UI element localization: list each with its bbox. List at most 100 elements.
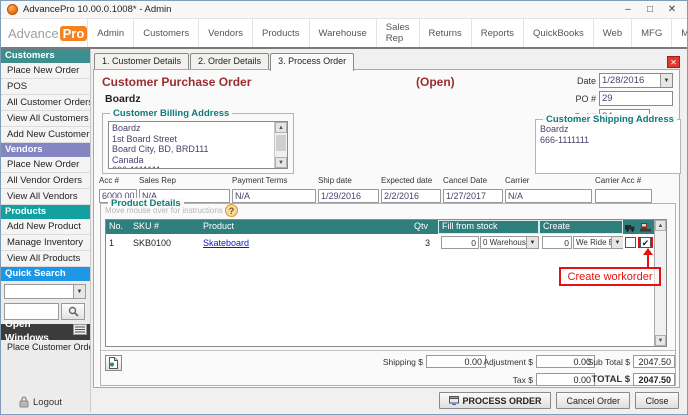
nav-item-sales-rep[interactable]: Sales Rep xyxy=(377,19,420,47)
scroll-thumb[interactable] xyxy=(276,135,286,151)
cancel-date-label: Cancel Date xyxy=(443,176,503,185)
chevron-down-icon[interactable]: ▼ xyxy=(611,237,623,248)
carrier-acc-input[interactable] xyxy=(595,189,652,203)
ship-date-input[interactable] xyxy=(318,189,379,203)
main-content: 1. Customer Details 2. Order Details 3. … xyxy=(91,49,687,412)
nav-item-mcr[interactable]: MCR xyxy=(672,19,688,47)
process-order-button[interactable]: PROCESS ORDER xyxy=(439,392,551,409)
shipping-line: Boardz xyxy=(540,124,664,135)
field-expected-date: Expected date xyxy=(381,176,441,204)
open-window-item-place-customer-order[interactable]: Place Customer Order xyxy=(1,340,90,356)
sidebar: Customers Place New Order POS All Custom… xyxy=(1,49,91,412)
po-label: PO # xyxy=(575,94,596,104)
billing-line: Board City, BD, BRD111 xyxy=(112,144,271,155)
minimize-icon[interactable]: – xyxy=(617,2,639,18)
billing-line: Canada xyxy=(112,155,271,166)
sidebar-item-view-all-vendors[interactable]: View All Vendors xyxy=(1,189,90,205)
nav-item-customers[interactable]: Customers xyxy=(134,19,199,47)
billing-address-box: Boardz 1st Board Street Board City, BD, … xyxy=(108,121,288,169)
product-link[interactable]: Skateboard xyxy=(203,238,249,248)
create-qty-input[interactable] xyxy=(542,236,572,249)
print-button[interactable] xyxy=(105,355,122,371)
quick-search-dropdown[interactable]: ▼ xyxy=(4,284,86,299)
sidebar-item-pos[interactable]: POS xyxy=(1,79,90,95)
sidebar-item-all-vendor-orders[interactable]: All Vendor Orders xyxy=(1,173,90,189)
report-page-icon xyxy=(108,357,119,369)
scroll-up-icon[interactable]: ▲ xyxy=(655,220,666,231)
help-question-icon[interactable]: ? xyxy=(225,204,238,217)
field-ship-date: Ship date xyxy=(318,176,379,204)
nav-item-quickbooks[interactable]: QuickBooks xyxy=(524,19,594,47)
nav-item-mfg[interactable]: MFG xyxy=(632,19,672,47)
tab-order-details[interactable]: 2. Order Details xyxy=(190,53,269,69)
billing-scrollbar[interactable]: ▲ ▼ xyxy=(274,122,287,168)
sidebar-item-view-all-products[interactable]: View All Products xyxy=(1,251,90,267)
nav-item-web[interactable]: Web xyxy=(594,19,632,47)
scroll-down-icon[interactable]: ▼ xyxy=(275,157,287,168)
close-button[interactable]: Close xyxy=(635,392,679,409)
sidebar-header-customers: Customers xyxy=(1,49,90,63)
close-icon[interactable]: ✕ xyxy=(661,2,683,18)
sidebar-item-manage-inventory[interactable]: Manage Inventory xyxy=(1,235,90,251)
instructions-hint: Move mouse over for instructions xyxy=(105,206,223,215)
date-select[interactable]: 1/28/2016 ▼ xyxy=(599,73,673,88)
payment-terms-label: Payment Terms xyxy=(232,176,316,185)
field-carrier: Carrier xyxy=(505,176,592,204)
maximize-icon[interactable]: □ xyxy=(639,2,661,18)
expected-date-input[interactable] xyxy=(381,189,441,203)
tab-process-order[interactable]: 3. Process Order xyxy=(270,53,354,71)
fill-qty-input[interactable] xyxy=(441,236,479,249)
scroll-up-icon[interactable]: ▲ xyxy=(275,122,287,133)
sidebar-item-add-new-customer[interactable]: Add New Customer xyxy=(1,127,90,143)
nav-item-admin[interactable]: Admin xyxy=(87,19,134,47)
cancel-order-label: Cancel Order xyxy=(566,396,620,406)
chevron-down-icon[interactable]: ▼ xyxy=(526,237,538,248)
carrier-input[interactable] xyxy=(505,189,592,203)
row-qty: 3 xyxy=(414,238,438,248)
nav-item-warehouse[interactable]: Warehouse xyxy=(310,19,377,47)
app-window: AdvancePro 10.00.0.1008* - Admin – □ ✕ A… xyxy=(0,0,688,415)
payment-terms-input[interactable] xyxy=(232,189,316,203)
process-order-panel: Customer Purchase Order (Open) Boardz Da… xyxy=(93,69,680,388)
product-table-header: No. SKU # Product Qtv Fill from stock Cr… xyxy=(106,220,654,234)
row-sku: SKB0100 xyxy=(130,238,200,248)
nav-item-returns[interactable]: Returns xyxy=(420,19,472,47)
dropship-checkbox[interactable] xyxy=(625,237,636,248)
close-tab-icon[interactable]: ✕ xyxy=(667,56,680,68)
create-source-select[interactable]: We Ride Boards ▼ xyxy=(573,236,623,249)
order-status: (Open) xyxy=(416,75,455,89)
sidebar-item-all-customer-orders[interactable]: All Customer Orders xyxy=(1,95,90,111)
shipping-address-group: Customer Shipping Address Boardz 666-111… xyxy=(535,119,681,174)
logout-button[interactable]: Logout xyxy=(19,396,62,408)
tab-customer-details[interactable]: 1. Customer Details xyxy=(94,53,189,69)
po-number-field[interactable] xyxy=(599,91,673,106)
customer-name: Boardz xyxy=(105,93,141,105)
nav-item-products[interactable]: Products xyxy=(253,19,310,47)
create-source-value: We Ride Boards xyxy=(574,237,611,248)
warehouse-value: 0 Warehouse1 xyxy=(481,237,526,248)
tax-label: Tax $ xyxy=(470,375,533,385)
field-payment-terms: Payment Terms xyxy=(232,176,316,204)
sidebar-item-vendor-place-new-order[interactable]: Place New Order xyxy=(1,157,90,173)
lock-icon xyxy=(19,396,29,408)
date-label: Date xyxy=(577,76,596,86)
subtotal-label: Sub Total $ xyxy=(568,357,630,367)
chevron-down-icon[interactable]: ▼ xyxy=(73,285,85,298)
warehouse-select[interactable]: 0 Warehouse1 ▼ xyxy=(480,236,539,249)
sidebar-header-open-windows: Open Windows xyxy=(1,324,90,340)
logo-text-advance: Advance xyxy=(8,26,59,41)
sidebar-header-quick-search: Quick Search xyxy=(1,267,90,281)
app-icon xyxy=(7,4,18,15)
scroll-down-icon[interactable]: ▼ xyxy=(655,335,666,346)
workorder-checkbox[interactable]: ✔ xyxy=(640,237,651,248)
sidebar-item-add-new-product[interactable]: Add New Product xyxy=(1,219,90,235)
field-cancel-date: Cancel Date xyxy=(443,176,503,204)
cancel-order-button[interactable]: Cancel Order xyxy=(556,392,630,409)
chevron-down-icon[interactable]: ▼ xyxy=(660,74,672,87)
ship-date-label: Ship date xyxy=(318,176,379,185)
nav-item-vendors[interactable]: Vendors xyxy=(199,19,253,47)
cancel-date-input[interactable] xyxy=(443,189,503,203)
sidebar-item-view-all-customers[interactable]: View All Customers xyxy=(1,111,90,127)
nav-item-reports[interactable]: Reports xyxy=(472,19,524,47)
sidebar-item-place-new-order[interactable]: Place New Order xyxy=(1,63,90,79)
